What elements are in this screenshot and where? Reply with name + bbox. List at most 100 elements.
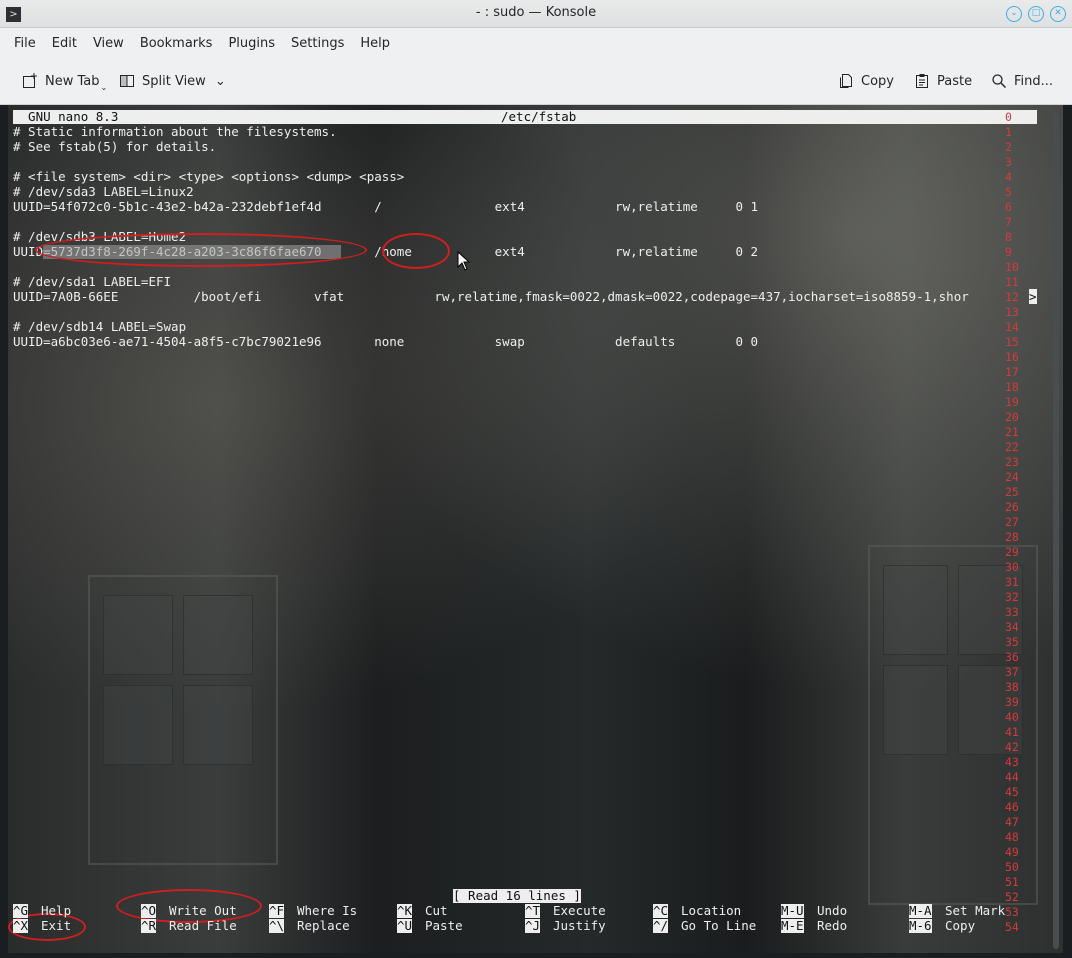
status-message: [ Read 16 lines ] [453,888,581,903]
line-number: 27 [1005,515,1019,529]
line-number: 12 [1005,290,1019,304]
shortcut-key: M-E [781,918,804,933]
new-tab-icon [23,73,37,88]
menu-settings[interactable]: Settings [284,32,351,55]
line-number: 38 [1005,680,1019,694]
shortcut-key: ^J [525,918,541,933]
line-number: 2 [1005,140,1012,154]
split-view-button[interactable]: Split View ⌄ [119,69,226,93]
copy-button[interactable]: Copy [838,69,894,93]
line-number: 41 [1005,725,1019,739]
editor-line: UUID=a6bc03e6-ae71-4504-a8f5-c7bc79021e9… [13,334,759,349]
line-number: 40 [1005,710,1019,724]
line-number: 39 [1005,695,1019,709]
shortcut-key: ^/ [653,918,669,933]
shortcut-label-go-to-line: Go To Line [681,918,757,933]
background-pane [103,595,173,675]
menu-file[interactable]: File [7,32,43,55]
paste-button[interactable]: Paste [914,69,972,93]
shortcut-key: ^O [141,903,157,918]
line-number: 21 [1005,425,1019,439]
line-number: 32 [1005,590,1019,604]
annotation-circle-uuid [35,233,367,267]
shortcut-key: ^G [13,903,29,918]
dropdown-icon: ⌄ [100,82,108,92]
menu-help[interactable]: Help [353,32,397,55]
copy-label: Copy [861,73,894,89]
find-button[interactable]: Find... [991,69,1053,93]
line-number: 6 [1005,200,1012,214]
nano-header: GNU nano 8.3 /etc/fstab [13,109,1037,124]
search-icon [992,74,1007,89]
line-number: 18 [1005,380,1019,394]
split-view-label: Split View [142,73,206,89]
line-number: 35 [1005,635,1019,649]
line-number: 19 [1005,395,1019,409]
menu-bookmarks[interactable]: Bookmarks [133,32,220,55]
window-title: - : sudo — Konsole [475,5,597,20]
menu-edit[interactable]: Edit [45,32,84,55]
line-number: 31 [1005,575,1019,589]
shortcut-key: ^T [525,903,541,918]
background-pane [883,565,948,655]
line-number: 50 [1005,860,1019,874]
line-number: 1 [1005,125,1012,139]
line-number: 48 [1005,830,1019,844]
editor-line: # See fstab(5) for details. [13,139,217,154]
shortcut-key: M-6 [909,918,932,933]
nano-filename: /etc/fstab [501,109,577,124]
shortcut-label-justify: Justify [553,918,606,933]
maximize-icon[interactable]: □ [1028,6,1044,22]
editor-line: UUID=54f072c0-5b1c-43e2-b42a-232debf1ef4… [13,199,759,214]
line-number: 53 [1005,905,1019,919]
shortcut-label-cut: Cut [425,903,448,918]
line-number: 44 [1005,770,1019,784]
shortcut-key: ^C [653,903,669,918]
line-number: 0 [1005,110,1012,124]
line-number: 15 [1005,335,1019,349]
minimize-icon[interactable]: ⌄ [1006,6,1022,22]
line-number: 8 [1005,230,1012,244]
terminal-scrollbar[interactable] [1053,113,1059,949]
close-icon[interactable]: ✕ [1050,6,1066,22]
line-number: 13 [1005,305,1019,319]
line-number: 45 [1005,785,1019,799]
line-number: 3 [1005,155,1012,169]
shortcut-key: M-A [909,903,932,918]
editor-line: # /dev/sda1 LABEL=EFI [13,274,172,289]
terminal-view[interactable]: GNU nano 8.3 /etc/fstab # Static informa… [8,105,1063,953]
editor-line: # /dev/sdb14 LABEL=Swap [13,319,187,334]
line-number: 33 [1005,605,1019,619]
shortcut-label-exit: Exit [41,918,72,933]
background-pane [883,665,948,755]
line-number: 5 [1005,185,1012,199]
line-number: 29 [1005,545,1019,559]
background-pane [183,595,253,675]
line-number: 24 [1005,470,1019,484]
shortcut-label-copy: Copy [945,918,976,933]
shortcut-label-where-is: Where Is [297,903,358,918]
line-number: 37 [1005,665,1019,679]
shortcut-key: M-U [781,903,804,918]
line-number: 43 [1005,755,1019,769]
line-number: 25 [1005,485,1019,499]
find-label: Find... [1014,73,1054,89]
paste-label: Paste [937,73,973,89]
shortcut-label-location: Location [681,903,742,918]
line-number: 30 [1005,560,1019,574]
menu-plugins[interactable]: Plugins [221,32,282,55]
shortcut-key: ^U [397,918,413,933]
shortcut-label-redo: Redo [817,918,848,933]
menu-view[interactable]: View [86,32,131,55]
line-number: 17 [1005,365,1019,379]
line-number: 14 [1005,320,1019,334]
annotation-circle-home [382,233,450,269]
shortcut-label-replace: Replace [297,918,350,933]
line-number: 20 [1005,410,1019,424]
new-tab-button[interactable]: New Tab ⌄ [22,69,107,93]
line-number: 4 [1005,170,1012,184]
copy-icon [840,74,852,88]
new-tab-label: New Tab [45,73,100,89]
chevron-down-icon: ⌄ [214,73,226,89]
window-titlebar: > - : sudo — Konsole ⌄ □ ✕ [0,0,1072,28]
